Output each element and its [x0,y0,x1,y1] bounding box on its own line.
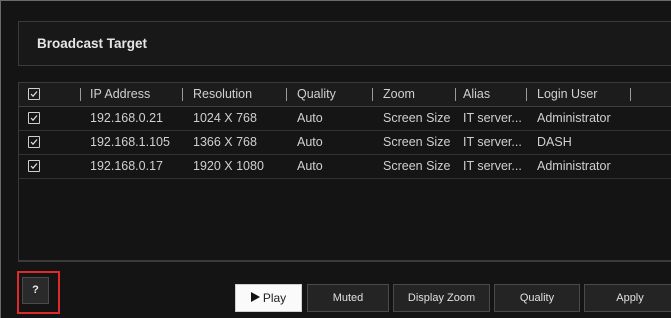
row-checkbox-icon[interactable] [28,112,40,124]
cell-login-user: Administrator [537,111,611,125]
cell-zoom: Screen Size [383,135,451,149]
column-header-quality[interactable]: Quality [297,87,336,101]
broadcast-target-table: IP Address Resolution Quality Zoom Alias… [18,82,671,262]
cell-quality: Auto [297,135,323,149]
cell-quality: Auto [297,159,323,173]
apply-button[interactable]: Apply [584,284,671,312]
cell-quality: Auto [297,111,323,125]
column-header-alias[interactable]: Alias [463,87,490,101]
cell-ip-address: 192.168.0.21 [90,111,163,125]
title-panel: Broadcast Target [18,21,671,66]
column-header-ip-address[interactable]: IP Address [90,87,150,101]
cell-alias: IT server... [463,159,522,173]
table-row[interactable]: 192.168.0.21 1024 X 768 Auto Screen Size… [19,107,671,131]
column-separator [372,88,373,101]
cell-resolution: 1024 X 768 [193,111,257,125]
cell-resolution: 1920 X 1080 [193,159,264,173]
table-header: IP Address Resolution Quality Zoom Alias… [19,83,671,107]
column-header-login-user[interactable]: Login User [537,87,597,101]
cell-login-user: Administrator [537,159,611,173]
help-button[interactable]: ? [22,277,49,304]
play-triangle-icon [250,285,260,311]
cell-ip-address: 192.168.1.105 [90,135,170,149]
select-all-checkbox-icon[interactable] [28,88,40,100]
table-row[interactable]: 192.168.1.105 1366 X 768 Auto Screen Siz… [19,131,671,155]
quality-button[interactable]: Quality [494,284,580,312]
cell-ip-address: 192.168.0.17 [90,159,163,173]
column-separator [286,88,287,101]
column-separator [630,88,631,101]
row-checkbox-icon[interactable] [28,136,40,148]
column-separator [182,88,183,101]
row-checkbox-icon[interactable] [28,160,40,172]
cell-resolution: 1366 X 768 [193,135,257,149]
display-zoom-button[interactable]: Display Zoom [393,284,490,312]
play-button[interactable]: Play [235,284,302,312]
table-row[interactable]: 192.168.0.17 1920 X 1080 Auto Screen Siz… [19,155,671,179]
play-button-label: Play [262,291,287,305]
cell-login-user: DASH [537,135,572,149]
column-separator [455,88,456,101]
cell-alias: IT server... [463,135,522,149]
cell-zoom: Screen Size [383,159,451,173]
panel-title: Broadcast Target [37,36,148,51]
cell-alias: IT server... [463,111,522,125]
divider [18,260,671,261]
column-separator [80,88,81,101]
column-header-resolution[interactable]: Resolution [193,87,252,101]
cell-zoom: Screen Size [383,111,451,125]
muted-button[interactable]: Muted [307,284,389,312]
broadcast-target-window: Broadcast Target IP Address Resolution Q… [0,0,671,318]
column-separator [526,88,527,101]
column-header-zoom[interactable]: Zoom [383,87,415,101]
